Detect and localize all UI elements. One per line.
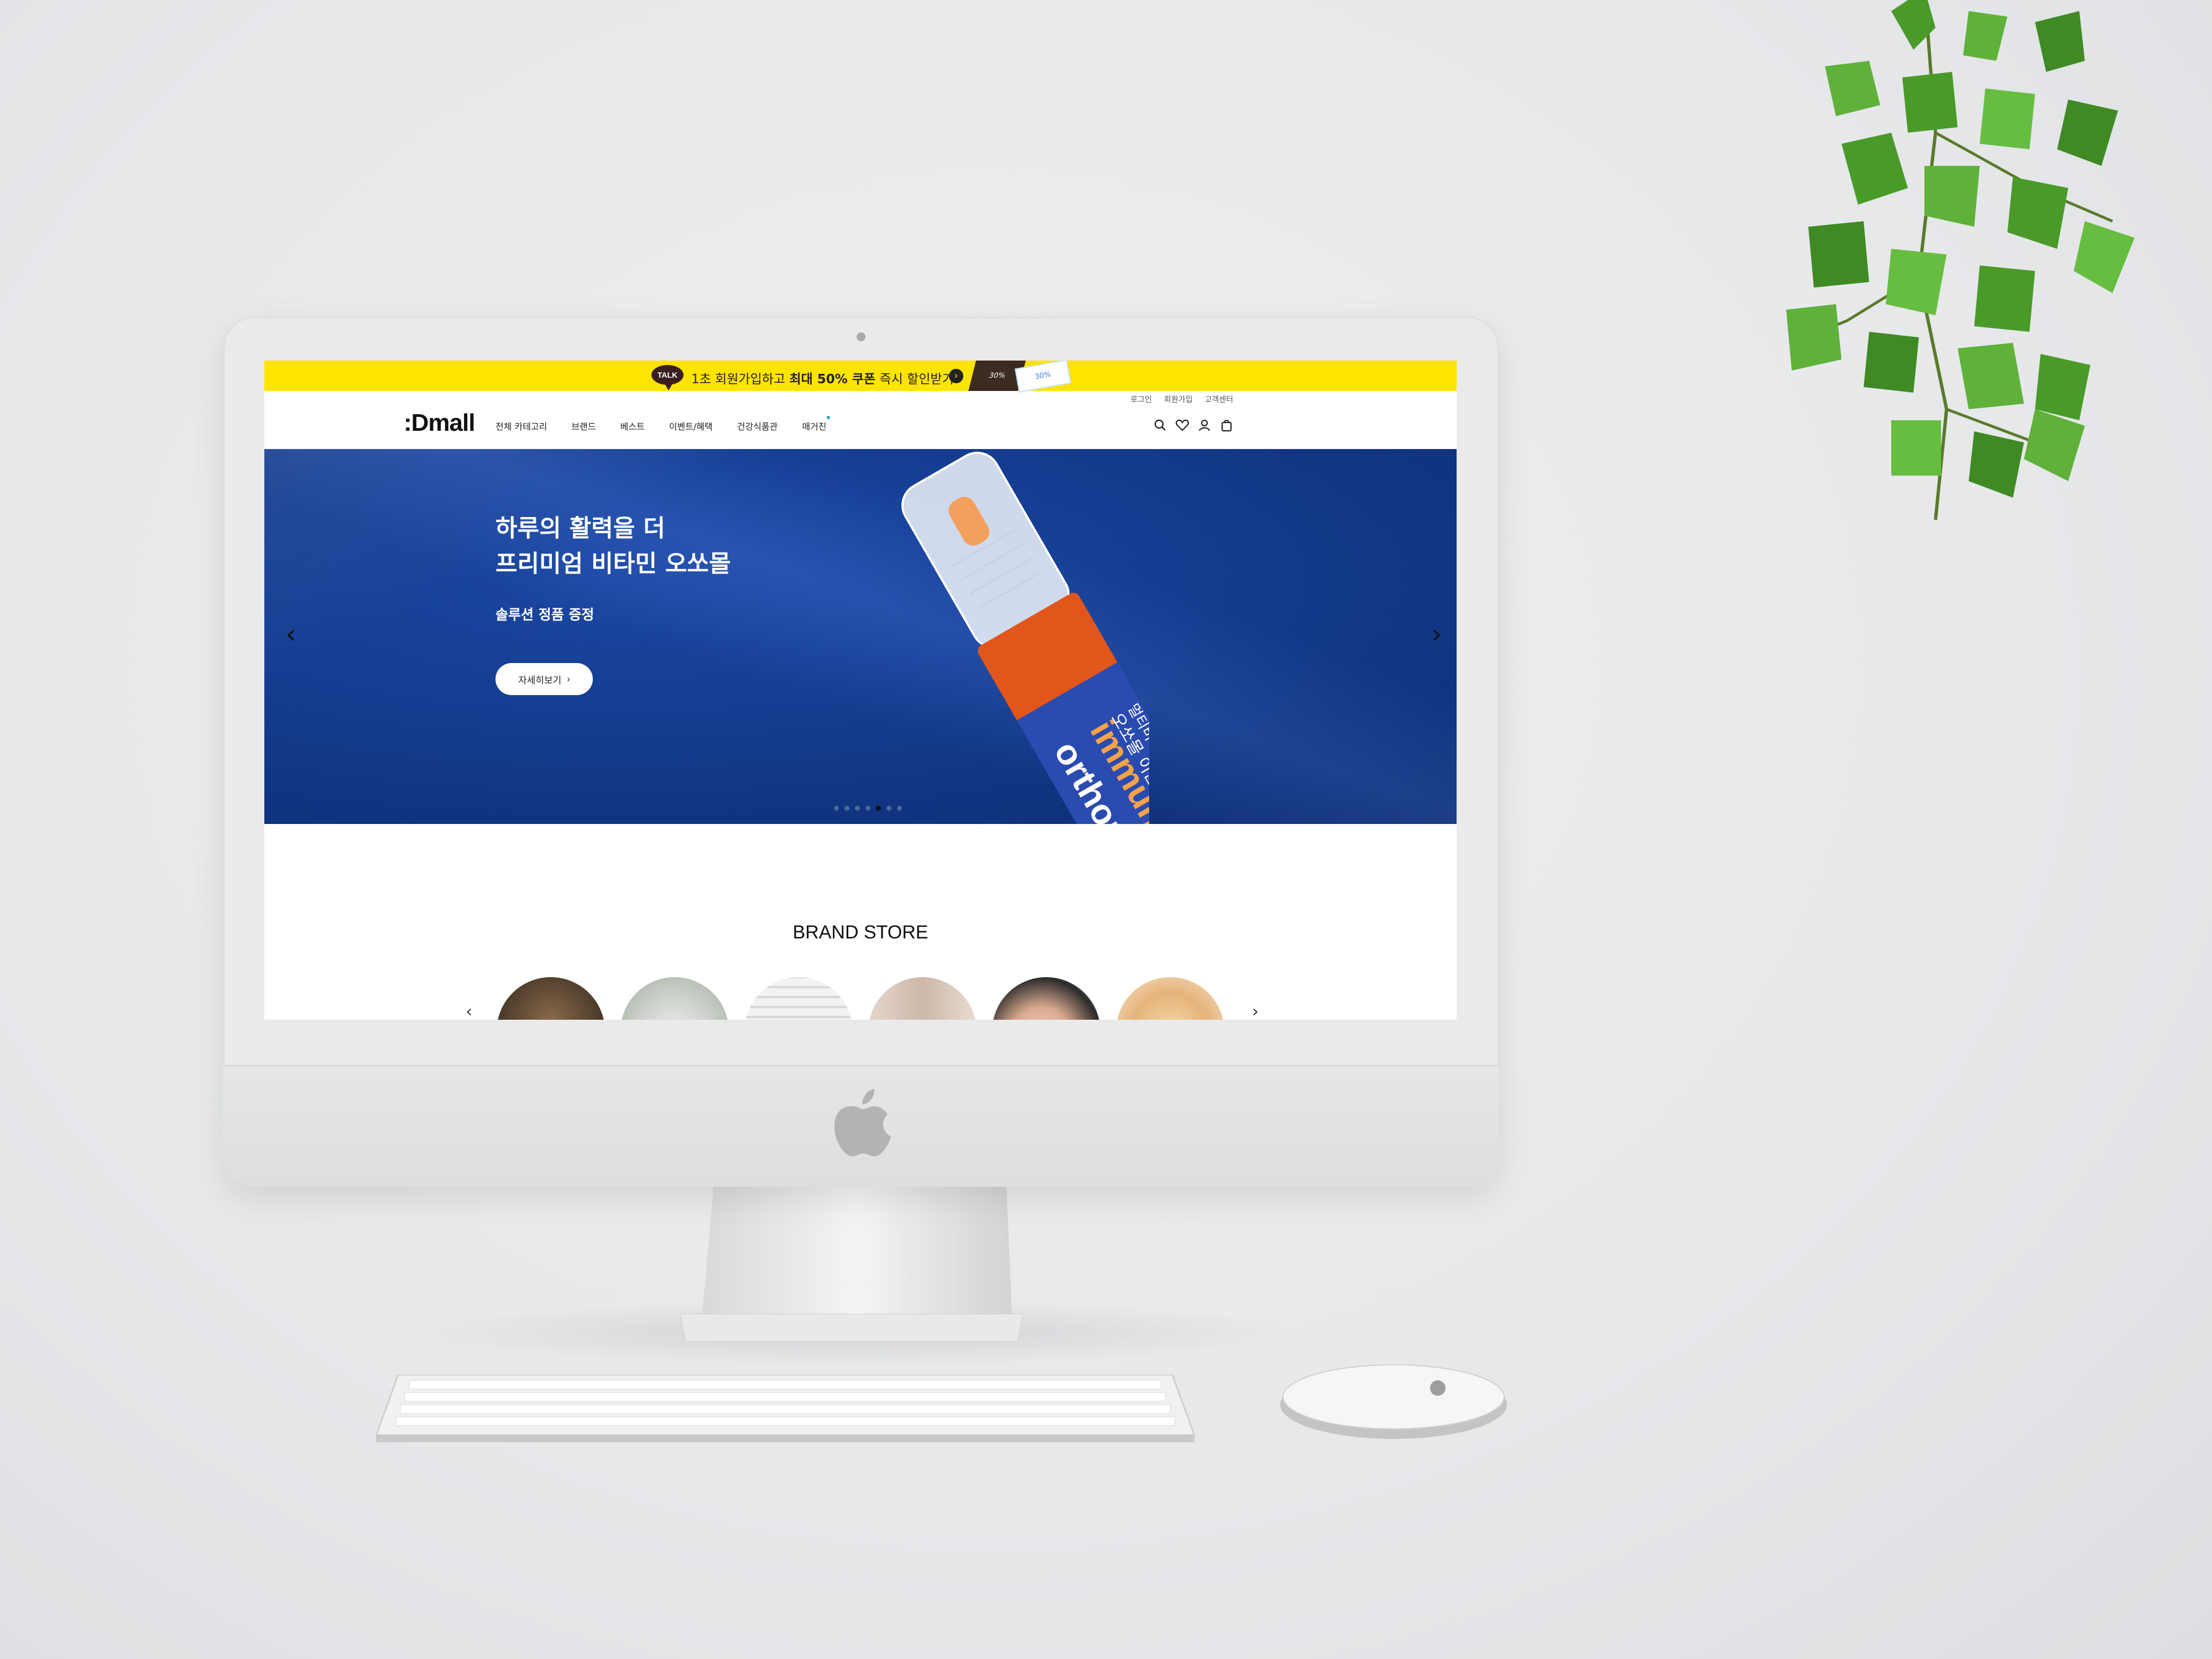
brand-item[interactable] <box>992 977 1100 1020</box>
brand-next-arrow-icon[interactable]: › <box>1252 1002 1259 1020</box>
hero-next-arrow-icon[interactable]: › <box>1426 618 1448 651</box>
mouse <box>1280 1364 1507 1439</box>
slide-dot[interactable] <box>876 806 881 811</box>
brand-item[interactable] <box>620 977 729 1020</box>
brand-store-list <box>497 977 1224 1020</box>
hero-button-label: 자세히보기 <box>518 675 562 686</box>
header-icons <box>1153 418 1234 432</box>
slide-indicator <box>834 806 902 811</box>
camera <box>857 332 865 341</box>
hero-detail-button[interactable]: 자세히보기 › <box>495 663 593 695</box>
heart-icon[interactable] <box>1175 418 1190 432</box>
plant-decoration <box>1786 0 2135 520</box>
screen: TALK 1초 회원가입하고 최대 50% 쿠폰 즉시 할인받기! › 30% … <box>264 361 1457 1020</box>
slide-dot[interactable] <box>865 806 870 811</box>
signup-link[interactable]: 회원가입 <box>1164 394 1193 405</box>
kakao-talk-icon: TALK <box>651 365 684 390</box>
nav-health-food[interactable]: 건강식품관 <box>737 419 778 432</box>
hero-title-line1: 하루의 활력을 더 <box>495 515 665 542</box>
brand-item[interactable] <box>868 977 977 1020</box>
brand-store-title: BRAND STORE <box>792 922 928 943</box>
apple-logo-icon <box>834 1089 891 1156</box>
hero-prev-arrow-icon[interactable]: ‹ <box>280 618 302 651</box>
brand-prev-arrow-icon[interactable]: ‹ <box>466 1002 472 1020</box>
login-link[interactable]: 로그인 <box>1130 394 1152 405</box>
nav-events[interactable]: 이벤트/혜택 <box>669 419 713 432</box>
nav-all-categories[interactable]: 전체 카테고리 <box>495 419 547 432</box>
slide-dot[interactable] <box>844 806 849 811</box>
user-icon[interactable] <box>1197 418 1212 432</box>
slide-dot[interactable] <box>855 806 860 811</box>
new-dot <box>826 416 830 419</box>
search-icon[interactable] <box>1153 418 1167 432</box>
brand-item[interactable] <box>1116 977 1224 1020</box>
hero-title-line2: 프리미엄 비타민 오쏘몰 <box>495 550 731 578</box>
customer-center-link[interactable]: 고객센터 <box>1204 394 1233 405</box>
slide-dot[interactable] <box>886 806 891 811</box>
nav-magazine[interactable]: 매거진 <box>802 416 830 432</box>
nav-brand[interactable]: 브랜드 <box>571 419 596 432</box>
hero-subtitle: 솔루션 정품 증정 <box>495 607 594 623</box>
nav-best[interactable]: 베스트 <box>620 419 645 432</box>
promo-bar[interactable]: TALK 1초 회원가입하고 최대 50% 쿠폰 즉시 할인받기! › 30% … <box>264 361 1457 393</box>
hero-banner[interactable]: orthomol immun 오쏘몰 이뮨 멀티비타민&미네랄 하루의 활력을 … <box>264 449 1457 824</box>
main-nav: 전체 카테고리 브랜드 베스트 이벤트/혜택 건강식품관 매거진 <box>495 416 830 432</box>
hero-title: 하루의 활력을 더 프리미엄 비타민 오쏘몰 <box>495 511 731 582</box>
utility-links: 로그인 회원가입 고객센터 <box>1130 394 1233 405</box>
bag-icon[interactable] <box>1219 418 1234 432</box>
chevron-right-icon: › <box>567 674 570 684</box>
imac-stand <box>680 1187 1023 1342</box>
promo-arrow-icon[interactable]: › <box>949 369 963 383</box>
site-logo[interactable]: :Dmall <box>404 409 475 437</box>
promo-text[interactable]: 1초 회원가입하고 최대 50% 쿠폰 즉시 할인받기! <box>691 368 959 387</box>
slide-dot[interactable] <box>834 806 839 811</box>
keyboard <box>376 1375 1194 1442</box>
product-tube-image: orthomol immun 오쏘몰 이뮨 멀티비타민&미네랄 <box>901 451 1149 824</box>
slide-dot[interactable] <box>897 806 902 811</box>
brand-item[interactable] <box>497 977 605 1020</box>
brand-item[interactable] <box>744 977 853 1020</box>
